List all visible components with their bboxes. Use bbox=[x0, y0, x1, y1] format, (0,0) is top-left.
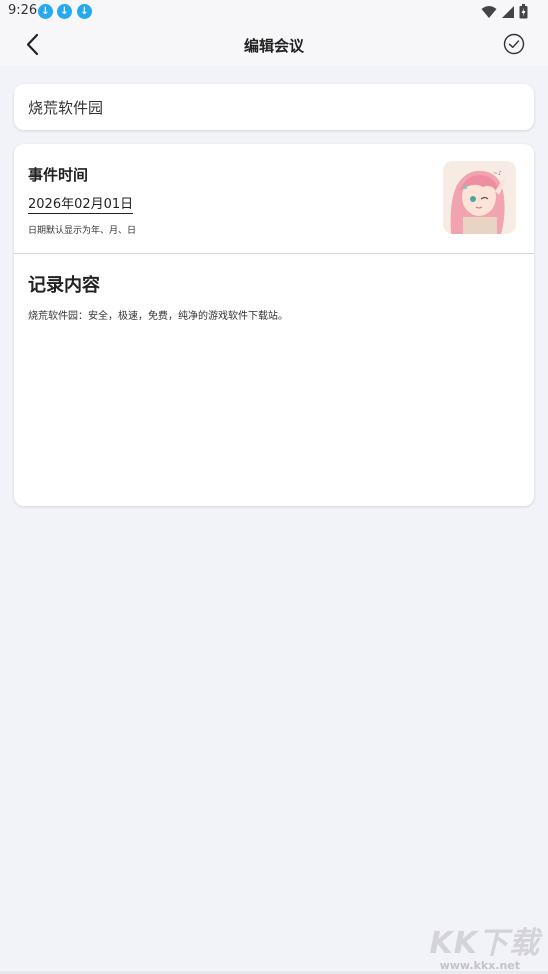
event-time-label: 事件时间 bbox=[28, 166, 89, 184]
meeting-detail-card: 事件时间 2026年02月01日 日期默认显示为年、月、日 ~♪ 记录内容 烧荒… bbox=[14, 144, 534, 506]
wifi-icon bbox=[481, 5, 497, 18]
status-time: 9:26 bbox=[8, 3, 38, 18]
download-icon: ↓ bbox=[38, 4, 53, 19]
system-icons bbox=[481, 4, 528, 19]
check-circle-icon[interactable] bbox=[502, 32, 526, 56]
section-divider bbox=[14, 253, 534, 254]
download-icon: ↓ bbox=[77, 4, 92, 19]
download-icon: ↓ bbox=[57, 4, 72, 19]
record-content-textarea[interactable]: 烧荒软件园：安全，极速，免费，纯净的游戏软件下载站。 bbox=[28, 307, 518, 322]
navigation-bar: 编辑会议 bbox=[0, 24, 548, 66]
event-date-picker[interactable]: 2026年02月01日 bbox=[28, 193, 134, 214]
anime-girl-avatar: ~♪ bbox=[443, 161, 516, 234]
cover-image[interactable]: ~♪ bbox=[443, 161, 516, 234]
watermark: KK下载 www.kkx.net bbox=[426, 916, 546, 972]
signal-icon bbox=[502, 5, 514, 18]
svg-text:~♪: ~♪ bbox=[493, 170, 502, 177]
record-content-label: 记录内容 bbox=[28, 275, 100, 296]
title-card: 烧荒软件园 bbox=[14, 84, 534, 130]
watermark-logo: KK下载 bbox=[429, 926, 540, 961]
page-title: 编辑会议 bbox=[243, 37, 304, 55]
battery-icon bbox=[519, 4, 528, 19]
status-bar: 9:26 ↓ ↓ ↓ bbox=[0, 0, 548, 24]
date-format-hint: 日期默认显示为年、月、日 bbox=[28, 226, 137, 236]
meeting-title-input[interactable]: 烧荒软件园 bbox=[28, 97, 103, 118]
